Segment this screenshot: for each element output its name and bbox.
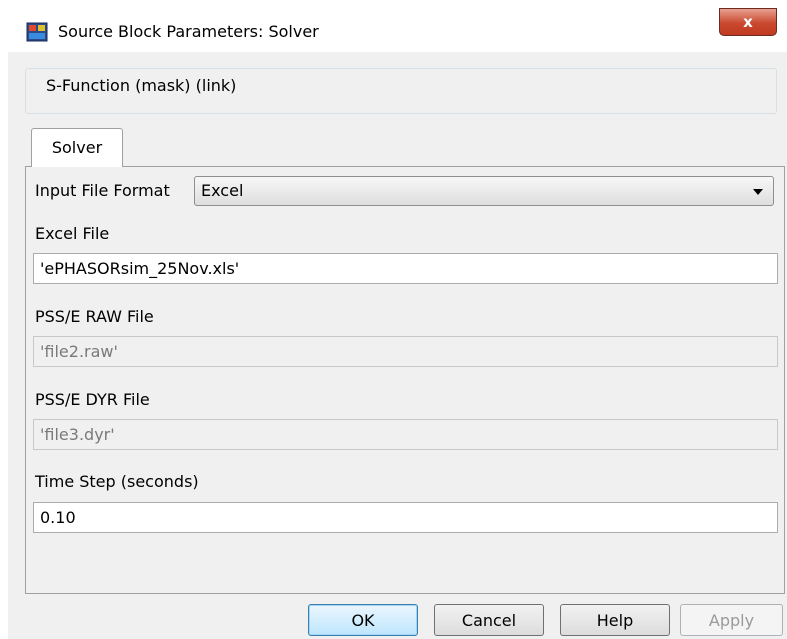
- cancel-button[interactable]: Cancel: [434, 604, 544, 636]
- time-step-input[interactable]: 0.10: [33, 502, 778, 533]
- dyr-file-label: PSS/E DYR File: [35, 390, 150, 409]
- input-format-value: Excel: [201, 181, 244, 200]
- group-label: S-Function (mask) (link): [42, 76, 241, 95]
- close-icon: x: [743, 13, 753, 31]
- input-format-dropdown[interactable]: Excel: [194, 176, 774, 206]
- raw-file-input: 'file2.raw': [33, 336, 778, 367]
- dialog-window: Source Block Parameters: Solver x S-Func…: [8, 8, 787, 639]
- tab-panel-solver: Input File Format Excel Excel File 'ePHA…: [25, 166, 785, 594]
- dyr-file-input: 'file3.dyr': [33, 419, 778, 450]
- raw-file-label: PSS/E RAW File: [35, 307, 154, 326]
- title-bar[interactable]: Source Block Parameters: Solver x: [8, 8, 787, 52]
- excel-file-label: Excel File: [35, 224, 110, 243]
- close-button[interactable]: x: [719, 8, 777, 36]
- dialog-client: S-Function (mask) (link) Solver Input Fi…: [25, 52, 787, 639]
- mask-description-group: S-Function (mask) (link): [25, 68, 777, 114]
- tab-solver[interactable]: Solver: [31, 128, 123, 167]
- simulink-block-icon: [26, 22, 48, 42]
- window-title: Source Block Parameters: Solver: [58, 22, 319, 41]
- ok-button[interactable]: OK: [308, 604, 418, 636]
- input-format-label: Input File Format: [35, 181, 170, 200]
- chevron-down-icon: [753, 189, 763, 195]
- time-step-label: Time Step (seconds): [35, 472, 199, 491]
- help-button[interactable]: Help: [560, 604, 670, 636]
- excel-file-input[interactable]: 'ePHASORsim_25Nov.xls': [33, 253, 778, 284]
- apply-button: Apply: [680, 604, 783, 636]
